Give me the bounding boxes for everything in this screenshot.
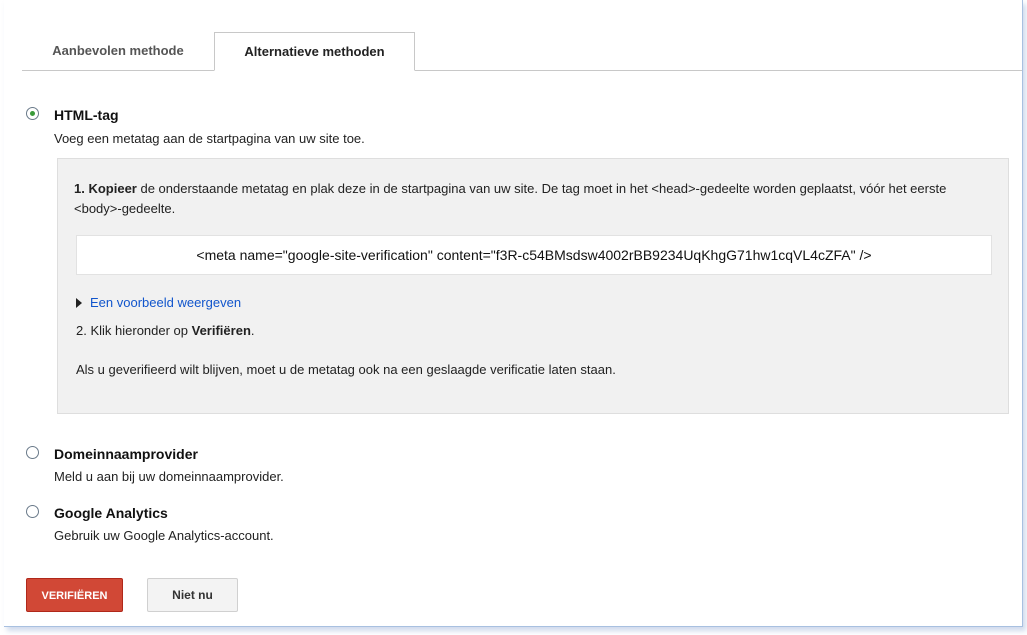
domain-provider-title: Domeinnaamprovider (54, 446, 198, 462)
html-tag-radio[interactable] (26, 107, 39, 120)
tab-recommended-method[interactable]: Aanbevolen methode (30, 32, 206, 69)
verification-note: Als u geverifieerd wilt blijven, moet u … (76, 362, 616, 377)
html-tag-title: HTML-tag (54, 107, 119, 123)
google-analytics-radio[interactable] (26, 505, 39, 518)
html-tag-instructions-panel: 1. Kopieer de onderstaande metatag en pl… (57, 158, 1009, 414)
google-analytics-description: Gebruik uw Google Analytics-account. (54, 528, 274, 543)
html-tag-description: Voeg een metatag aan de startpagina van … (54, 131, 365, 146)
not-now-button[interactable]: Niet nu (147, 578, 238, 612)
show-example-label: Een voorbeeld weergeven (90, 295, 242, 310)
meta-tag-field[interactable]: <meta name="google-site-verification" co… (76, 235, 992, 275)
verification-dialog: Aanbevolen methode Alternatieve methoden… (4, 0, 1023, 627)
tab-alternative-methods[interactable]: Alternatieve methoden (214, 32, 415, 71)
step-1-instruction: 1. Kopieer de onderstaande metatag en pl… (74, 179, 992, 219)
show-example-link[interactable]: Een voorbeeld weergeven (76, 295, 241, 310)
domain-provider-radio[interactable] (26, 446, 39, 459)
step-1-text: de onderstaande metatag en plak deze in … (74, 181, 947, 216)
step-2-bold-word: Verifiëren (191, 323, 251, 338)
google-analytics-title: Google Analytics (54, 505, 168, 521)
verify-button[interactable]: VERIFIËREN (26, 578, 123, 612)
step-2-end: . (250, 323, 255, 338)
expand-triangle-icon (76, 298, 82, 308)
domain-provider-description: Meld u aan bij uw domeinnaamprovider. (54, 469, 284, 484)
step-1-number: 1. (74, 181, 85, 196)
step-2-instruction: 2. Klik hieronder op Verifiëren. (76, 323, 255, 338)
method-tabs: Aanbevolen methode Alternatieve methoden (22, 32, 1022, 71)
step-2-text: 2. Klik hieronder op (76, 323, 192, 338)
step-1-bold-word: Kopieer (88, 181, 137, 196)
